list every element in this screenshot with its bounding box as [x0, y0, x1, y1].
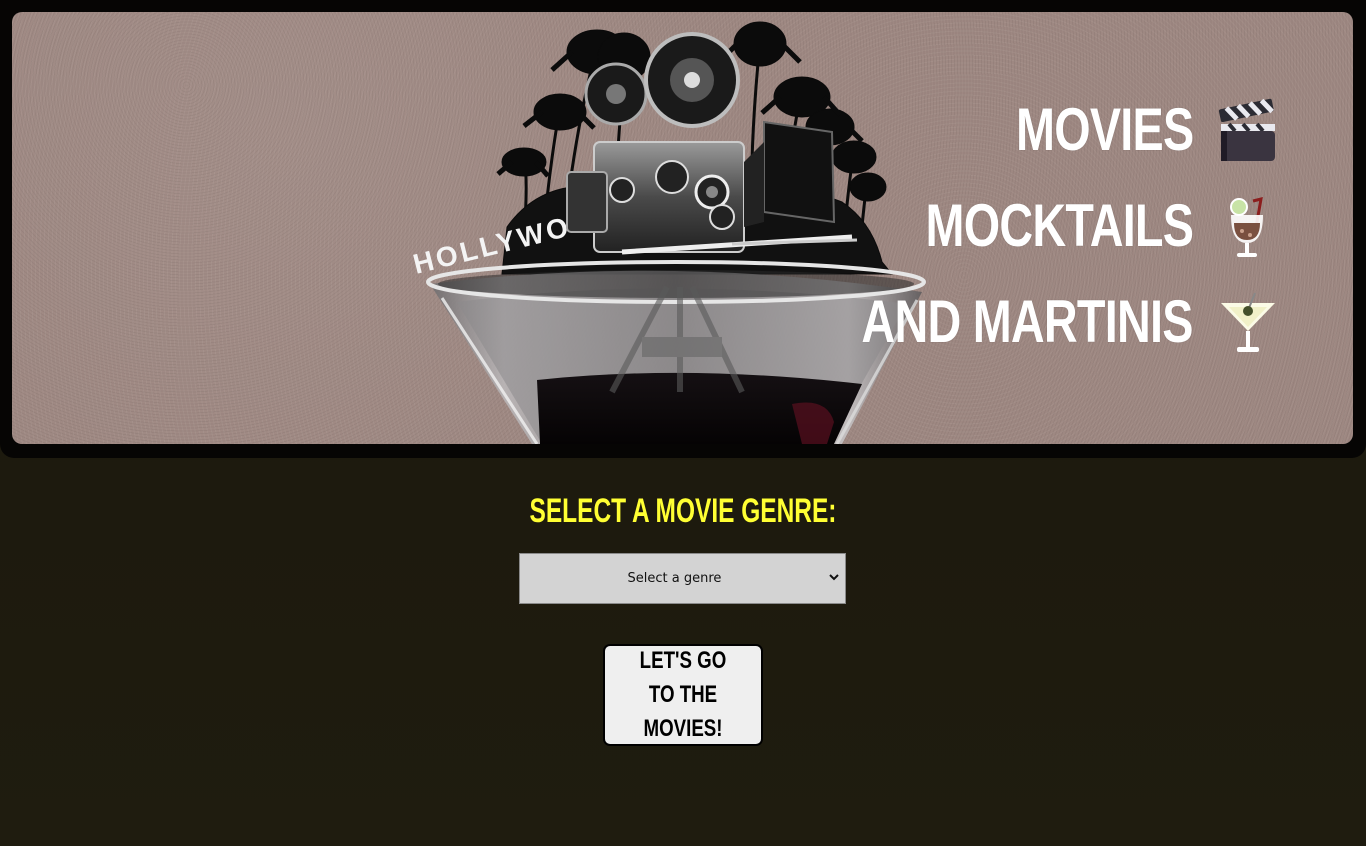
title-movies: MOVIES — [1015, 96, 1194, 163]
title-martinis-row: AND MARTINIS — [768, 282, 1279, 362]
martini-glass-icon — [1221, 292, 1275, 352]
genre-heading: SELECT A MOVIE GENRE: — [529, 492, 837, 530]
title-mocktails-row: MOCKTAILS — [850, 186, 1279, 266]
clapperboard-icon — [1218, 98, 1275, 161]
mocktail-glass-icon — [1230, 196, 1263, 257]
title-movies-row: MOVIES — [966, 90, 1279, 170]
hero-banner: HOLLYWOOD MOVIES MOCKTAILS AND MARTINIS — [12, 12, 1353, 444]
title-martinis: AND MARTINIS — [861, 288, 1194, 355]
chevron-down-icon — [829, 574, 839, 581]
title-mocktails: MOCKTAILS — [925, 192, 1193, 259]
go-to-movies-label: LET'S GO TO THE MOVIES! — [639, 647, 727, 742]
film-camera — [566, 32, 858, 255]
genre-select-value: Select a genre — [627, 571, 722, 586]
go-to-movies-button[interactable]: LET'S GO TO THE MOVIES! — [603, 644, 763, 746]
genre-select[interactable]: Select a genre — [519, 553, 846, 604]
